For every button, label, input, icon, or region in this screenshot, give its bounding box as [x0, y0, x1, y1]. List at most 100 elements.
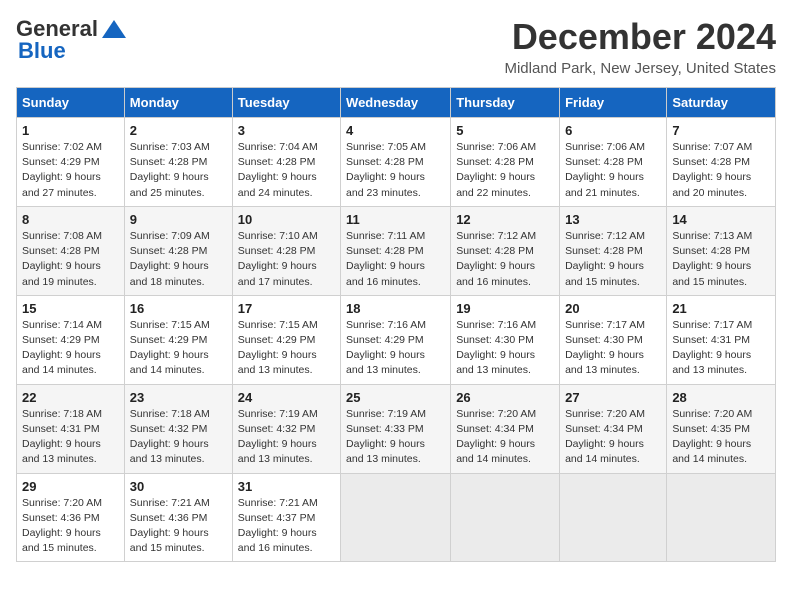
- calendar-week-4: 22 Sunrise: 7:18 AMSunset: 4:31 PMDayligh…: [17, 384, 776, 473]
- calendar-cell: 4 Sunrise: 7:05 AMSunset: 4:28 PMDaylight…: [341, 118, 451, 207]
- day-info: Sunrise: 7:21 AMSunset: 4:37 PMDaylight:…: [238, 496, 335, 557]
- day-info: Sunrise: 7:20 AMSunset: 4:35 PMDaylight:…: [672, 407, 770, 468]
- calendar-cell: 14Sunrise: 7:13 AMSunset: 4:28 PMDayligh…: [667, 206, 776, 295]
- calendar-cell: 2Sunrise: 7:03 AMSunset: 4:28 PMDaylight…: [124, 118, 232, 207]
- day-info: Sunrise: 7:15 AMSunset: 4:29 PMDaylight:…: [130, 318, 227, 379]
- day-number: 19: [456, 301, 554, 316]
- day-info: Sunrise: 7:21 AMSunset: 4:36 PMDaylight:…: [130, 496, 227, 557]
- calendar-cell: 9Sunrise: 7:09 AMSunset: 4:28 PMDaylight…: [124, 206, 232, 295]
- calendar-cell: 24 Sunrise: 7:19 AMSunset: 4:32 PMDayligh…: [232, 384, 340, 473]
- calendar-cell: 17Sunrise: 7:15 AMSunset: 4:29 PMDayligh…: [232, 295, 340, 384]
- calendar-week-5: 29 Sunrise: 7:20 AMSunset: 4:36 PMDayligh…: [17, 473, 776, 562]
- day-number: 12: [456, 212, 554, 227]
- day-info: Sunrise: 7:07 AMSunset: 4:28 PMDaylight:…: [672, 140, 770, 201]
- calendar-cell: 25 Sunrise: 7:19 AMSunset: 4:33 PMDayligh…: [341, 384, 451, 473]
- calendar-week-1: 1 Sunrise: 7:02 AMSunset: 4:29 PMDaylight…: [17, 118, 776, 207]
- day-info: Sunrise: 7:06 AMSunset: 4:28 PMDaylight:…: [456, 140, 554, 201]
- day-info: Sunrise: 7:05 AMSunset: 4:28 PMDaylight:…: [346, 140, 445, 201]
- calendar-cell: 6 Sunrise: 7:06 AMSunset: 4:28 PMDaylight…: [560, 118, 667, 207]
- day-info: Sunrise: 7:15 AMSunset: 4:29 PMDaylight:…: [238, 318, 335, 379]
- calendar-cell: 27 Sunrise: 7:20 AMSunset: 4:34 PMDayligh…: [560, 384, 667, 473]
- day-number: 24: [238, 390, 335, 405]
- day-info: Sunrise: 7:18 AMSunset: 4:32 PMDaylight:…: [130, 407, 227, 468]
- day-number: 7: [672, 123, 770, 138]
- day-info: Sunrise: 7:20 AMSunset: 4:34 PMDaylight:…: [565, 407, 661, 468]
- calendar-cell: [341, 473, 451, 562]
- day-number: 31: [238, 479, 335, 494]
- day-info: Sunrise: 7:16 AMSunset: 4:30 PMDaylight:…: [456, 318, 554, 379]
- day-number: 26: [456, 390, 554, 405]
- day-info: Sunrise: 7:18 AMSunset: 4:31 PMDaylight:…: [22, 407, 119, 468]
- day-number: 13: [565, 212, 661, 227]
- day-info: Sunrise: 7:17 AMSunset: 4:30 PMDaylight:…: [565, 318, 661, 379]
- header-day-saturday: Saturday: [667, 88, 776, 118]
- calendar-cell: 3 Sunrise: 7:04 AMSunset: 4:28 PMDaylight…: [232, 118, 340, 207]
- calendar-cell: 1 Sunrise: 7:02 AMSunset: 4:29 PMDaylight…: [17, 118, 125, 207]
- calendar-cell: 11 Sunrise: 7:11 AMSunset: 4:28 PMDayligh…: [341, 206, 451, 295]
- day-info: Sunrise: 7:16 AMSunset: 4:29 PMDaylight:…: [346, 318, 445, 379]
- header: General Blue December 2024 Midland Park,…: [16, 16, 776, 77]
- calendar-cell: 23 Sunrise: 7:18 AMSunset: 4:32 PMDayligh…: [124, 384, 232, 473]
- day-info: Sunrise: 7:19 AMSunset: 4:33 PMDaylight:…: [346, 407, 445, 468]
- day-info: Sunrise: 7:12 AMSunset: 4:28 PMDaylight:…: [456, 229, 554, 290]
- day-info: Sunrise: 7:06 AMSunset: 4:28 PMDaylight:…: [565, 140, 661, 201]
- day-info: Sunrise: 7:08 AMSunset: 4:28 PMDaylight:…: [22, 229, 119, 290]
- day-info: Sunrise: 7:04 AMSunset: 4:28 PMDaylight:…: [238, 140, 335, 201]
- header-day-monday: Monday: [124, 88, 232, 118]
- title-area: December 2024 Midland Park, New Jersey, …: [504, 16, 776, 77]
- day-number: 27: [565, 390, 661, 405]
- calendar-cell: 18 Sunrise: 7:16 AMSunset: 4:29 PMDayligh…: [341, 295, 451, 384]
- page-title: December 2024: [504, 16, 776, 58]
- day-info: Sunrise: 7:20 AMSunset: 4:34 PMDaylight:…: [456, 407, 554, 468]
- calendar-header-row: SundayMondayTuesdayWednesdayThursdayFrid…: [17, 88, 776, 118]
- day-number: 5: [456, 123, 554, 138]
- day-number: 20: [565, 301, 661, 316]
- page-subtitle: Midland Park, New Jersey, United States: [504, 60, 776, 77]
- header-day-tuesday: Tuesday: [232, 88, 340, 118]
- calendar-cell: [560, 473, 667, 562]
- day-info: Sunrise: 7:09 AMSunset: 4:28 PMDaylight:…: [130, 229, 227, 290]
- day-info: Sunrise: 7:13 AMSunset: 4:28 PMDaylight:…: [672, 229, 770, 290]
- calendar-cell: 7 Sunrise: 7:07 AMSunset: 4:28 PMDaylight…: [667, 118, 776, 207]
- day-info: Sunrise: 7:12 AMSunset: 4:28 PMDaylight:…: [565, 229, 661, 290]
- day-number: 25: [346, 390, 445, 405]
- day-number: 6: [565, 123, 661, 138]
- calendar-cell: 20 Sunrise: 7:17 AMSunset: 4:30 PMDayligh…: [560, 295, 667, 384]
- calendar-cell: [451, 473, 560, 562]
- day-info: Sunrise: 7:03 AMSunset: 4:28 PMDaylight:…: [130, 140, 227, 201]
- calendar-cell: 30Sunrise: 7:21 AMSunset: 4:36 PMDayligh…: [124, 473, 232, 562]
- calendar-cell: [667, 473, 776, 562]
- calendar-cell: 10 Sunrise: 7:10 AMSunset: 4:28 PMDayligh…: [232, 206, 340, 295]
- day-info: Sunrise: 7:02 AMSunset: 4:29 PMDaylight:…: [22, 140, 119, 201]
- calendar-cell: 19 Sunrise: 7:16 AMSunset: 4:30 PMDayligh…: [451, 295, 560, 384]
- day-number: 21: [672, 301, 770, 316]
- day-info: Sunrise: 7:10 AMSunset: 4:28 PMDaylight:…: [238, 229, 335, 290]
- day-number: 1: [22, 123, 119, 138]
- calendar-cell: 31 Sunrise: 7:21 AMSunset: 4:37 PMDayligh…: [232, 473, 340, 562]
- day-number: 11: [346, 212, 445, 227]
- day-number: 18: [346, 301, 445, 316]
- calendar-week-3: 15 Sunrise: 7:14 AMSunset: 4:29 PMDayligh…: [17, 295, 776, 384]
- day-number: 23: [130, 390, 227, 405]
- calendar-cell: 5 Sunrise: 7:06 AMSunset: 4:28 PMDaylight…: [451, 118, 560, 207]
- calendar-cell: 12 Sunrise: 7:12 AMSunset: 4:28 PMDayligh…: [451, 206, 560, 295]
- logo: General Blue: [16, 16, 128, 64]
- day-number: 3: [238, 123, 335, 138]
- calendar-cell: 16Sunrise: 7:15 AMSunset: 4:29 PMDayligh…: [124, 295, 232, 384]
- day-number: 4: [346, 123, 445, 138]
- header-day-thursday: Thursday: [451, 88, 560, 118]
- calendar-cell: 15 Sunrise: 7:14 AMSunset: 4:29 PMDayligh…: [17, 295, 125, 384]
- calendar-cell: 26 Sunrise: 7:20 AMSunset: 4:34 PMDayligh…: [451, 384, 560, 473]
- day-number: 29: [22, 479, 119, 494]
- day-number: 10: [238, 212, 335, 227]
- day-number: 15: [22, 301, 119, 316]
- day-number: 22: [22, 390, 119, 405]
- day-info: Sunrise: 7:11 AMSunset: 4:28 PMDaylight:…: [346, 229, 445, 290]
- day-info: Sunrise: 7:19 AMSunset: 4:32 PMDaylight:…: [238, 407, 335, 468]
- day-info: Sunrise: 7:20 AMSunset: 4:36 PMDaylight:…: [22, 496, 119, 557]
- header-day-sunday: Sunday: [17, 88, 125, 118]
- day-number: 8: [22, 212, 119, 227]
- day-number: 28: [672, 390, 770, 405]
- day-info: Sunrise: 7:14 AMSunset: 4:29 PMDaylight:…: [22, 318, 119, 379]
- calendar-week-2: 8 Sunrise: 7:08 AMSunset: 4:28 PMDaylight…: [17, 206, 776, 295]
